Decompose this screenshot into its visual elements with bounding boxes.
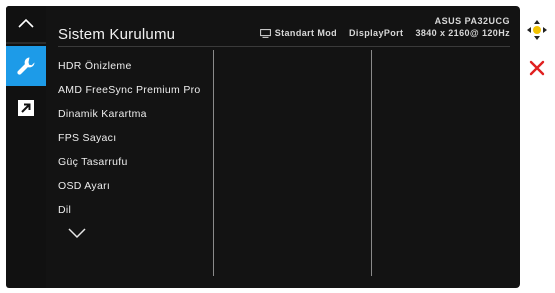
column-divider-2 [371, 50, 372, 276]
wrench-icon [17, 57, 35, 75]
joystick-button[interactable] [527, 20, 547, 45]
osd-main-panel: Sistem Kurulumu ASUS PA32UCG Standart Mo… [46, 6, 520, 288]
nav-item-system-setup[interactable] [6, 46, 46, 86]
close-icon [529, 60, 545, 76]
resolution-refresh: 3840 x 2160@ 120Hz [415, 28, 510, 38]
chevron-down-icon [68, 228, 86, 239]
menu-item-language[interactable]: Dil [58, 198, 213, 222]
menu-item-fps-counter[interactable]: FPS Sayacı [58, 126, 213, 150]
color-mode: Standart Mod [274, 28, 338, 38]
menu-list: HDR Önizleme AMD FreeSync Premium Pro Di… [58, 54, 213, 222]
input-source: DisplayPort [349, 28, 404, 38]
column-divider-1 [213, 50, 214, 276]
arrow-up-right-icon [18, 100, 34, 116]
monitor-model: ASUS PA32UCG [434, 16, 510, 26]
exit-button[interactable] [529, 60, 545, 81]
nav-item-shortcut[interactable] [6, 88, 46, 128]
menu-item-hdr-preview[interactable]: HDR Önizleme [58, 54, 213, 78]
scroll-down-button[interactable] [68, 226, 86, 244]
nav-divider [6, 42, 46, 44]
menu-item-osd-setup[interactable]: OSD Ayarı [58, 174, 213, 198]
joystick-icon [527, 20, 547, 40]
menu-item-freesync[interactable]: AMD FreeSync Premium Pro [58, 78, 213, 102]
monitor-icon [259, 28, 271, 38]
chevron-up-icon [18, 18, 34, 28]
header-divider [58, 46, 510, 47]
osd-screen: Sistem Kurulumu ASUS PA32UCG Standart Mo… [0, 0, 555, 293]
menu-item-dynamic-dimming[interactable]: Dinamik Karartma [58, 102, 213, 126]
page-title: Sistem Kurulumu [58, 26, 176, 43]
menu-item-power-saving[interactable]: Güç Tasarrufu [58, 150, 213, 174]
osd-nav-bar [6, 6, 46, 288]
nav-up-button[interactable] [6, 6, 46, 40]
status-line: Standart Mod DisplayPort 3840 x 2160@ 12… [259, 28, 510, 38]
